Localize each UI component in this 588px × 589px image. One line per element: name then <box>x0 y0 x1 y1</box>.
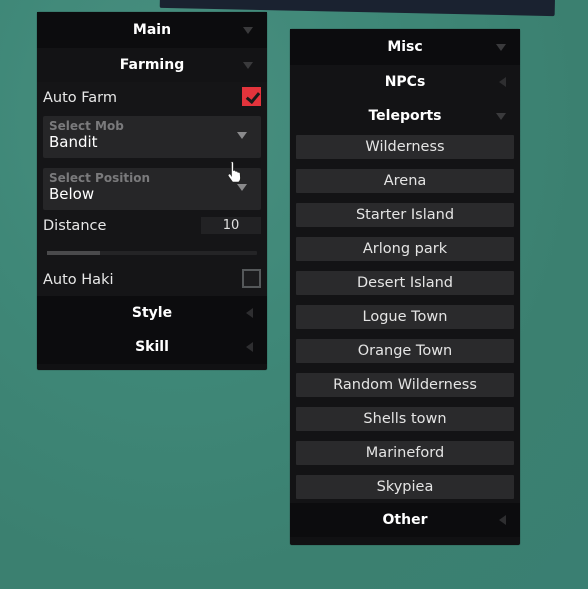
main-header-label: Main <box>132 22 172 38</box>
distance-label: Distance <box>43 218 107 234</box>
npcs-header-label: NPCs <box>384 74 426 90</box>
chevron-left-icon <box>499 77 506 87</box>
chevron-down-icon <box>496 44 506 51</box>
chevron-down-icon <box>243 62 253 69</box>
auto-farm-label: Auto Farm <box>43 90 118 106</box>
select-mob-label: Select Mob <box>49 119 124 133</box>
style-header-label: Style <box>131 305 173 321</box>
main-section-header[interactable]: Main <box>37 12 267 48</box>
other-header-label: Other <box>382 512 428 528</box>
misc-header-label: Misc <box>387 39 423 55</box>
chevron-left-icon <box>246 308 253 318</box>
farming-header-label: Farming <box>119 57 185 73</box>
npcs-section-header[interactable]: NPCs <box>290 65 520 99</box>
skill-section-header[interactable]: Skill <box>37 330 267 364</box>
teleport-random-wilderness-button[interactable]: Random Wilderness <box>296 373 514 397</box>
farming-section-header[interactable]: Farming <box>37 48 267 82</box>
select-position-label: Select Position <box>49 171 150 185</box>
auto-haki-row: Auto Haki <box>37 264 267 296</box>
chevron-left-icon <box>246 342 253 352</box>
distance-slider[interactable] <box>47 251 257 255</box>
misc-panel: Misc NPCs Teleports Wilderness Arena Sta… <box>290 29 520 545</box>
misc-section-header[interactable]: Misc <box>290 29 520 65</box>
teleports-section-header[interactable]: Teleports <box>290 99 520 133</box>
select-mob-wrap: Select Mob Bandit <box>37 114 267 162</box>
dropdown-arrow-icon <box>237 132 247 139</box>
distance-row: Distance 10 <box>37 214 267 244</box>
distance-slider-fill <box>47 251 100 255</box>
select-mob-dropdown[interactable]: Select Mob Bandit <box>43 116 261 158</box>
distance-slider-row <box>37 244 267 264</box>
teleport-marineford-button[interactable]: Marineford <box>296 441 514 465</box>
teleport-list: Wilderness Arena Starter Island Arlong p… <box>290 133 520 503</box>
distance-value-input[interactable]: 10 <box>201 217 261 234</box>
teleport-wilderness-button[interactable]: Wilderness <box>296 135 514 159</box>
hand-pointer-cursor-icon <box>227 160 242 183</box>
teleport-shells-town-button[interactable]: Shells town <box>296 407 514 431</box>
teleport-desert-island-button[interactable]: Desert Island <box>296 271 514 295</box>
main-panel: Main Farming Auto Farm Select Mob Bandit… <box>37 12 267 370</box>
chevron-left-icon <box>499 515 506 525</box>
teleports-header-label: Teleports <box>368 108 442 124</box>
auto-farm-row: Auto Farm <box>37 82 267 114</box>
select-position-value: Below <box>49 185 95 203</box>
teleport-skypiea-button[interactable]: Skypiea <box>296 475 514 499</box>
skill-header-label: Skill <box>135 339 169 355</box>
auto-haki-label: Auto Haki <box>43 272 114 288</box>
dropdown-arrow-icon <box>237 184 247 191</box>
auto-farm-checkbox[interactable] <box>242 87 261 106</box>
teleport-logue-town-button[interactable]: Logue Town <box>296 305 514 329</box>
teleport-starter-island-button[interactable]: Starter Island <box>296 203 514 227</box>
select-mob-value: Bandit <box>49 133 98 151</box>
teleport-arlong-park-button[interactable]: Arlong park <box>296 237 514 261</box>
chevron-down-icon <box>496 113 506 120</box>
auto-haki-checkbox[interactable] <box>242 269 261 288</box>
chevron-down-icon <box>243 27 253 34</box>
teleport-arena-button[interactable]: Arena <box>296 169 514 193</box>
teleport-orange-town-button[interactable]: Orange Town <box>296 339 514 363</box>
other-section-header[interactable]: Other <box>290 503 520 537</box>
style-section-header[interactable]: Style <box>37 296 267 330</box>
